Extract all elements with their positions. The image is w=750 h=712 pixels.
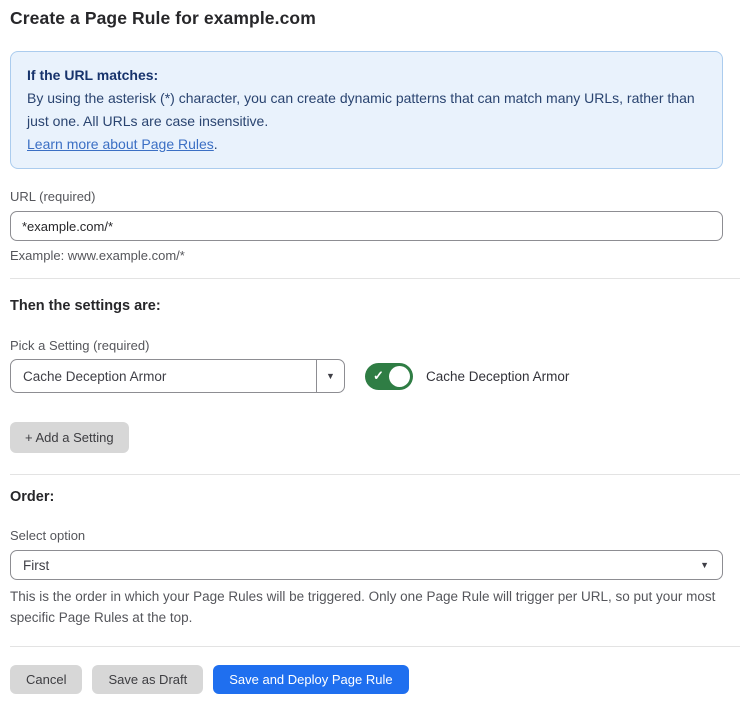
url-field-hint: Example: www.example.com/* (10, 248, 740, 263)
info-box-body: By using the asterisk (*) character, you… (27, 87, 706, 133)
save-and-deploy-button[interactable]: Save and Deploy Page Rule (213, 665, 408, 694)
order-select-label: Select option (10, 528, 740, 543)
divider (10, 646, 740, 647)
footer-button-row: Cancel Save as Draft Save and Deploy Pag… (10, 665, 740, 694)
setting-toggle-label: Cache Deception Armor (426, 369, 569, 384)
page-rule-form: Create a Page Rule for example.com If th… (0, 0, 750, 712)
url-match-info-box: If the URL matches: By using the asteris… (10, 51, 723, 169)
info-box-heading: If the URL matches: (27, 64, 706, 87)
settings-section-heading: Then the settings are: (10, 298, 740, 314)
url-input[interactable] (10, 211, 723, 241)
page-title: Create a Page Rule for example.com (10, 8, 740, 29)
order-section-heading: Order: (10, 489, 740, 505)
toggle-knob (389, 366, 410, 387)
learn-more-link[interactable]: Learn more about Page Rules (27, 136, 214, 152)
setting-select[interactable]: Cache Deception Armor ▼ (10, 359, 345, 393)
chevron-down-icon: ▼ (700, 561, 709, 570)
cancel-button[interactable]: Cancel (10, 665, 82, 694)
link-period: . (214, 136, 218, 152)
check-icon: ✓ (373, 369, 384, 382)
order-select-arrow: ▼ (700, 551, 722, 579)
save-as-draft-button[interactable]: Save as Draft (92, 665, 203, 694)
url-field-label: URL (required) (10, 189, 740, 204)
setting-select-arrow-button[interactable]: ▼ (316, 360, 344, 392)
order-select[interactable]: First ▼ (10, 550, 723, 580)
info-box-link-line: Learn more about Page Rules. (27, 133, 706, 156)
divider (10, 474, 740, 475)
setting-toggle-on[interactable]: ✓ (365, 363, 413, 390)
add-setting-button[interactable]: + Add a Setting (10, 422, 129, 453)
setting-select-value: Cache Deception Armor (11, 360, 316, 392)
order-help-text: This is the order in which your Page Rul… (10, 586, 720, 628)
order-select-value: First (11, 551, 700, 579)
divider (10, 278, 740, 279)
setting-picker-label: Pick a Setting (required) (10, 338, 740, 353)
setting-row: Cache Deception Armor ▼ ✓ Cache Deceptio… (10, 359, 740, 393)
chevron-down-icon: ▼ (326, 372, 335, 381)
